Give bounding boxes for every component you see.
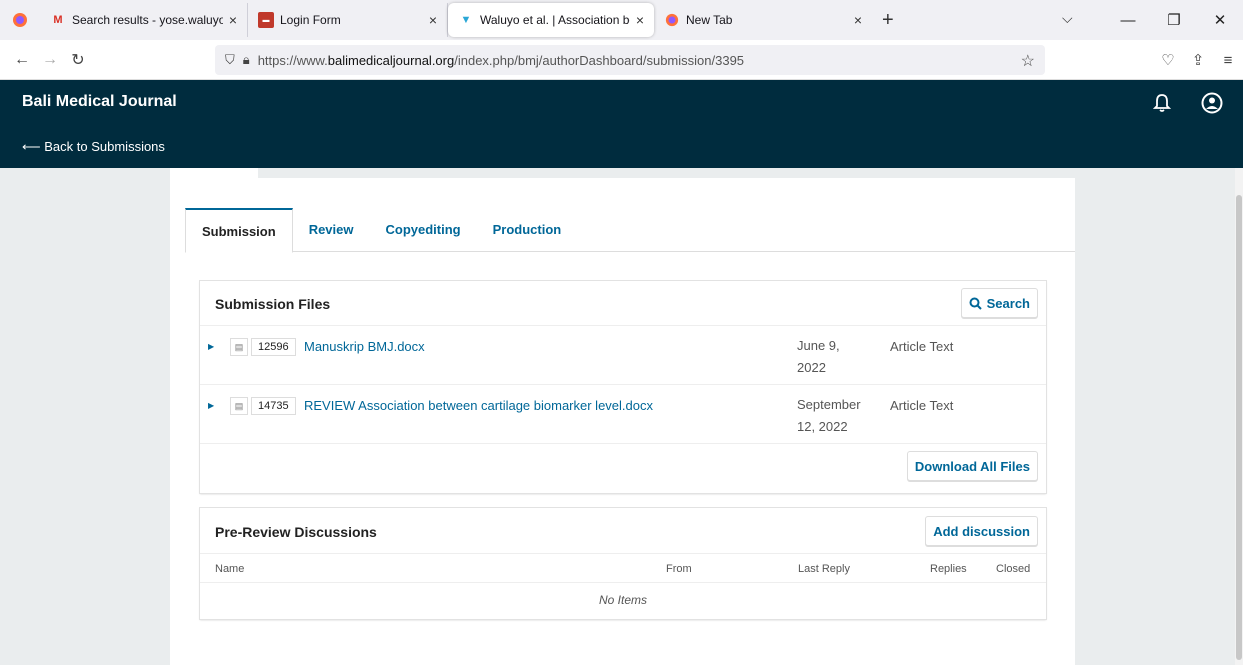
add-discussion-button[interactable]: Add discussion: [925, 516, 1038, 546]
column-from: From: [666, 563, 692, 575]
discussions-table-header: Name From Last Reply Replies Closed: [200, 553, 1046, 583]
divider: [200, 443, 1046, 444]
download-all-files-button[interactable]: Download All Files: [906, 451, 1038, 481]
minimize-button[interactable]: —: [1105, 12, 1151, 29]
bookmark-star-icon[interactable]: ☆: [1021, 51, 1035, 71]
extensions-icon[interactable]: ⇪: [1183, 51, 1213, 69]
browser-tab-newtab[interactable]: New Tab ×: [654, 3, 872, 37]
bell-icon[interactable]: [1150, 91, 1174, 115]
site-title[interactable]: Bali Medical Journal: [22, 93, 177, 111]
app-header: Bali Medical Journal ⟵ Back to Submissio…: [0, 80, 1243, 168]
file-date: September 12, 2022: [797, 397, 861, 434]
url-bar[interactable]: ⛉ 🔒︎ https://www. balimedicaljournal.org /…: [215, 45, 1045, 75]
search-button[interactable]: Search: [960, 288, 1038, 318]
file-id: 12596: [251, 338, 296, 356]
file-link[interactable]: REVIEW Association between cartilage bio…: [304, 398, 653, 413]
document-icon: ▤: [230, 338, 248, 356]
file-row: ▶ ▤ 14735 REVIEW Association between car…: [200, 384, 1046, 443]
expand-arrow-icon[interactable]: ▶: [208, 342, 214, 351]
chevron-down-icon[interactable]: ⌵: [1062, 10, 1073, 27]
submission-files-title: Submission Files: [215, 296, 331, 312]
firefox-icon: [664, 12, 680, 28]
toolbar-right: ♡ ⇪ ≡: [1153, 40, 1243, 80]
column-name: Name: [215, 563, 245, 575]
window-controls: — ❐ ✕: [1105, 0, 1243, 40]
ojs-favicon: ▼: [460, 14, 472, 26]
shield-icon[interactable]: ⛉: [225, 52, 235, 68]
column-replies: Replies: [930, 563, 967, 575]
empty-state: No Items: [598, 593, 647, 607]
back-to-submissions-link[interactable]: ⟵ Back to Submissions: [22, 139, 165, 155]
gmail-icon: M: [53, 14, 63, 26]
forward-arrow-icon[interactable]: →: [36, 51, 64, 69]
new-tab-button[interactable]: +: [882, 0, 894, 40]
tab-review[interactable]: Review: [293, 208, 370, 252]
login-favicon: ▬: [258, 12, 274, 28]
pocket-icon[interactable]: ♡: [1153, 51, 1183, 69]
user-profile-icon[interactable]: [1200, 91, 1224, 115]
browser-tab-bar: M Search results - yose.waluyo@ × ▬ Logi…: [0, 0, 1243, 40]
file-date: June 9, 2022: [797, 338, 840, 375]
discussions-panel: Pre-Review Discussions Add discussion Na…: [200, 508, 1046, 619]
tab-submission[interactable]: Submission: [185, 208, 293, 253]
close-icon[interactable]: ×: [854, 12, 862, 28]
back-arrow-icon[interactable]: ←: [8, 51, 36, 69]
close-icon[interactable]: ×: [429, 12, 437, 28]
reload-icon[interactable]: ↻: [64, 50, 92, 70]
file-link[interactable]: Manuskrip BMJ.docx: [304, 339, 425, 354]
restore-button[interactable]: ❐: [1151, 11, 1197, 29]
browser-tab-active[interactable]: ▼ Waluyo et al. | Association betw ×: [448, 3, 654, 37]
discussions-title: Pre-Review Discussions: [215, 524, 377, 540]
column-last-reply: Last Reply: [798, 563, 850, 575]
firefox-menu-icon[interactable]: [0, 0, 40, 40]
lock-icon[interactable]: 🔒︎: [243, 52, 250, 68]
column-closed: Closed: [996, 563, 1031, 575]
tab-production[interactable]: Production: [477, 208, 578, 252]
browser-tab-gmail[interactable]: M Search results - yose.waluyo@ ×: [40, 3, 248, 37]
browser-nav-bar: ← → ↻ ⛉ 🔒︎ https://www. balimedicaljourna…: [0, 40, 1243, 80]
scrollbar-thumb[interactable]: [1236, 195, 1242, 660]
close-icon[interactable]: ×: [636, 12, 644, 28]
file-type: Article Text: [890, 339, 954, 354]
close-icon[interactable]: ×: [229, 12, 237, 28]
file-type: Article Text: [890, 398, 954, 413]
document-icon: ▤: [230, 397, 248, 415]
search-icon: [969, 297, 982, 310]
workflow-tabs: Submission Review Copyediting Production: [185, 208, 1075, 253]
browser-tab-login[interactable]: ▬ Login Form ×: [248, 3, 448, 37]
menu-icon[interactable]: ≡: [1213, 52, 1243, 69]
tab-copyediting[interactable]: Copyediting: [370, 208, 477, 252]
close-window-button[interactable]: ✕: [1197, 11, 1243, 29]
expand-arrow-icon[interactable]: ▶: [208, 401, 214, 410]
file-id: 14735: [251, 397, 296, 415]
panel-notch: [170, 168, 258, 178]
submission-files-panel: Submission Files Search ▶ ▤ 12596 Manusk…: [200, 281, 1046, 493]
file-row: ▶ ▤ 12596 Manuskrip BMJ.docx June 9, 202…: [200, 325, 1046, 384]
